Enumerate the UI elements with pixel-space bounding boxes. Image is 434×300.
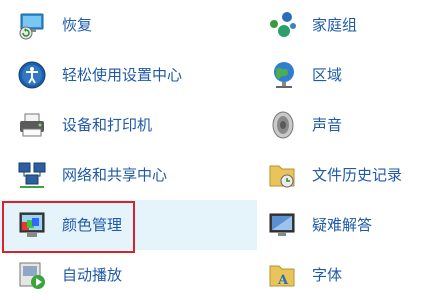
- troubleshooting-icon: [267, 210, 297, 240]
- ease-of-access-icon: [17, 60, 47, 90]
- item-label: 文件历史记录: [312, 166, 403, 184]
- item-ease-of-access[interactable]: 轻松使用设置中心: [0, 50, 255, 100]
- item-color-management[interactable]: 颜色管理: [0, 200, 257, 250]
- item-label: 声音: [312, 116, 343, 134]
- recovery-icon: [17, 10, 47, 40]
- item-label: 网络和共享中心: [62, 166, 168, 184]
- item-file-history[interactable]: 文件历史记录: [257, 150, 434, 200]
- autoplay-icon: [17, 260, 47, 290]
- item-recovery[interactable]: 恢复: [0, 0, 255, 50]
- item-sound[interactable]: 声音: [257, 100, 434, 150]
- item-label: 区域: [312, 66, 343, 84]
- network-icon: [17, 160, 47, 190]
- region-icon: [267, 60, 297, 90]
- item-label: 设备和打印机: [62, 116, 153, 134]
- item-label: 恢复: [62, 16, 93, 34]
- item-troubleshooting[interactable]: 疑难解答: [257, 200, 434, 250]
- homegroup-icon: [267, 10, 297, 40]
- color-management-icon: [17, 210, 47, 240]
- item-region[interactable]: 区域: [257, 50, 434, 100]
- speaker-icon: [267, 110, 297, 140]
- item-label: 轻松使用设置中心: [62, 66, 183, 84]
- file-history-icon: [267, 160, 297, 190]
- font-folder-icon: A: [267, 260, 297, 290]
- item-label: 颜色管理: [62, 216, 123, 234]
- item-devices-printers[interactable]: 设备和打印机: [0, 100, 255, 150]
- printer-icon: [17, 110, 47, 140]
- item-homegroup[interactable]: 家庭组: [257, 0, 434, 50]
- item-network-sharing[interactable]: 网络和共享中心: [0, 150, 255, 200]
- svg-text:A: A: [277, 273, 289, 288]
- item-label: 家庭组: [312, 16, 358, 34]
- item-label: 疑难解答: [312, 216, 373, 234]
